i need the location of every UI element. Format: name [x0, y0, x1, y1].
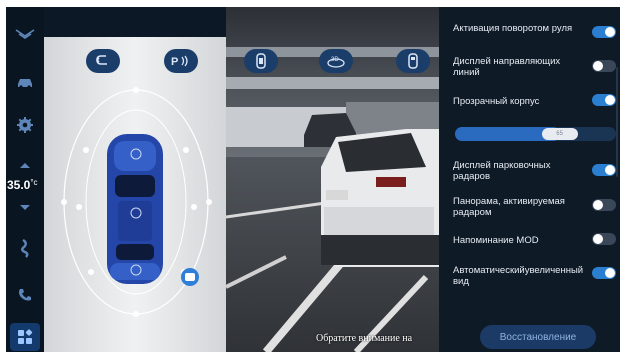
toggle-knob — [593, 200, 603, 210]
3d-view-button[interactable]: 3D — [319, 49, 353, 73]
transparency-slider-thumb[interactable]: 65 — [541, 128, 578, 140]
temperature-value: 35.0 — [7, 178, 31, 192]
toggle-radar-panorama[interactable] — [592, 199, 616, 211]
fan-icon[interactable] — [11, 235, 39, 261]
temperature-up-button[interactable] — [20, 163, 30, 168]
toggle-knob — [605, 95, 615, 105]
toggle-knob — [593, 234, 603, 244]
chevron-logo-icon[interactable] — [11, 21, 39, 47]
temperature-display: 35.0°c — [7, 178, 47, 192]
car-icon[interactable] — [11, 69, 39, 95]
apps-button[interactable] — [10, 323, 40, 351]
left-sidebar: 35.0°c — [6, 7, 45, 352]
settings-icon[interactable] — [11, 112, 39, 138]
temperature-unit: °c — [30, 178, 38, 187]
reset-button[interactable]: Восстановление — [480, 325, 596, 349]
toggle-knob — [605, 268, 615, 278]
car-top-icon — [408, 53, 418, 69]
toggle-guide-lines[interactable] — [592, 60, 616, 72]
back-icon — [95, 55, 107, 65]
settings-scrollbar[interactable] — [616, 67, 618, 177]
toggle-knob — [593, 61, 603, 71]
back-button[interactable] — [86, 49, 120, 73]
toggle-mod-reminder[interactable] — [592, 233, 616, 245]
setting-label-guide-lines: Дисплей направляющих линий — [453, 56, 561, 78]
toggle-steering-activation[interactable] — [592, 26, 616, 38]
setting-label-steering-activation: Активация поворотом руля — [453, 23, 573, 34]
svg-text:P: P — [171, 56, 178, 68]
screen: 35.0°c Обратите внимание на P 3D Активац… — [6, 7, 620, 352]
setting-label-radar-panorama: Панорама, активируемая радаром — [453, 196, 565, 218]
toggle-auto-zoom[interactable] — [592, 267, 616, 279]
setting-label-transparent-body: Прозрачный корпус — [453, 96, 540, 107]
car-top-button[interactable] — [396, 49, 430, 73]
toggle-parking-radar[interactable] — [592, 164, 616, 176]
apps-icon — [18, 329, 33, 344]
toggle-knob — [605, 165, 615, 175]
setting-label-auto-zoom: Автоматическийувеличенный вид — [453, 265, 584, 287]
parking-radar-button[interactable]: P — [164, 49, 198, 73]
camera-icon — [256, 53, 266, 69]
settings-panel: Активация поворотом руля Дисплей направл… — [439, 7, 620, 352]
top-down-view — [44, 37, 226, 352]
transparency-slider[interactable]: 65 — [455, 127, 616, 141]
top-down-view-graphic — [44, 37, 226, 352]
3d-view-icon: 3D — [327, 57, 345, 68]
toggle-transparent-body[interactable] — [592, 94, 616, 106]
parking-radar-icon: P — [171, 55, 188, 68]
temperature-down-button[interactable] — [20, 205, 30, 210]
phone-icon[interactable] — [11, 282, 39, 308]
camera-caption: Обратите внимание на — [316, 333, 413, 344]
camera-mode-button[interactable] — [244, 49, 278, 73]
toggle-knob — [605, 27, 615, 37]
setting-label-parking-radar: Дисплей парковочных радаров — [453, 160, 551, 182]
setting-label-mod-reminder: Напоминание MOD — [453, 235, 539, 246]
